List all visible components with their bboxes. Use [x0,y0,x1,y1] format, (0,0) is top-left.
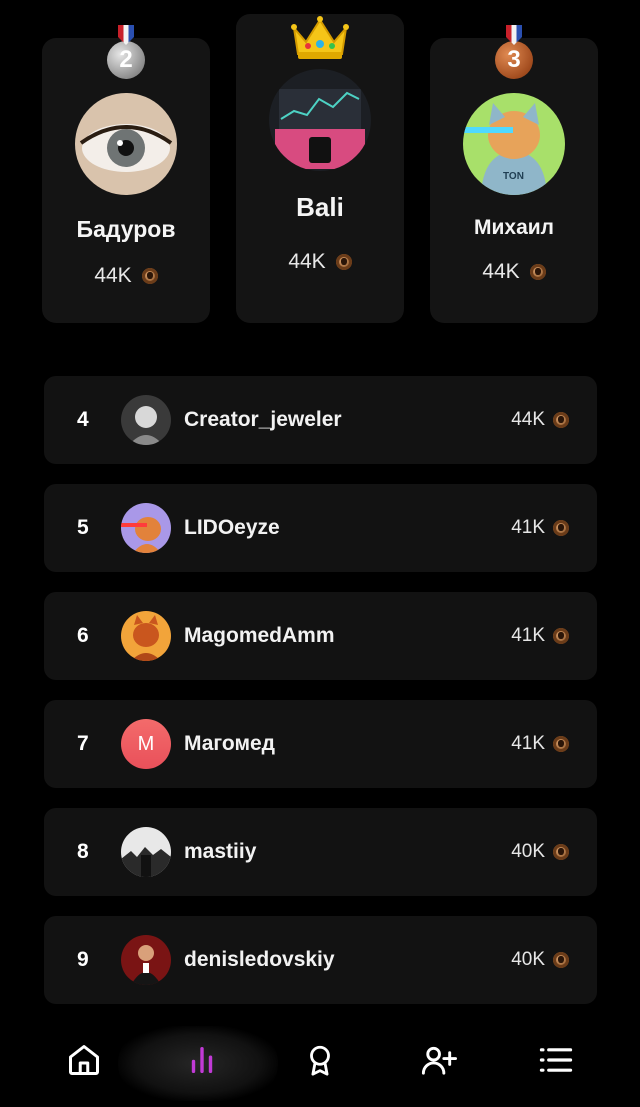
list-item[interactable]: 9 denisledovskiy 40K [44,916,597,1004]
coin-icon [553,952,569,968]
player-score: 40K [511,916,569,1004]
silver-medal-icon: 2 [107,25,145,79]
bronze-medal-icon: 3 [495,25,533,79]
avatar: M [121,719,171,769]
player-score: 41K [511,700,569,788]
coin-icon [553,412,569,428]
rank-number: 8 [77,840,89,863]
list-item[interactable]: 8 mastiiy 40K [44,808,597,896]
player-name: denisledovskiy [184,948,335,971]
rank-number: 5 [77,516,89,539]
podium-card-2[interactable]: 2 Бадуров 44K [42,25,210,323]
rank-number: 7 [77,732,89,755]
crown-icon [290,14,350,65]
coin-icon [553,628,569,644]
list-item[interactable]: 7 M Магомед 41K [44,700,597,788]
award-icon[interactable] [300,1040,340,1080]
coin-icon [553,520,569,536]
list-item[interactable]: 5 LIDOeyze 41K [44,484,597,572]
list-item[interactable]: 4 Creator_jeweler 44K [44,376,597,464]
avatar-letter: M [137,732,155,755]
podium-score: 44K [42,264,210,288]
list-item[interactable]: 6 MagomedAmm 41K [44,592,597,680]
podium-score: 44K [236,250,404,274]
player-score: 40K [511,808,569,896]
menu-list-icon[interactable] [536,1040,576,1080]
bottom-nav [0,1018,640,1107]
leaderboard-icon[interactable] [182,1040,222,1080]
avatar [269,69,371,171]
avatar [121,503,171,553]
avatar [75,93,177,195]
player-name: mastiiy [184,840,257,863]
avatar [121,395,171,445]
player-name: MagomedAmm [184,624,335,647]
podium-score: 44K [430,260,598,284]
avatar [121,611,171,661]
avatar [121,827,171,877]
rank-number: 6 [77,624,89,647]
coin-icon [553,736,569,752]
podium-name: Михаил [473,216,554,239]
podium-name: Бадуров [76,216,176,242]
podium-name: Bali [296,192,344,222]
player-score: 44K [511,376,569,464]
player-score: 41K [511,484,569,572]
avatar: TON [463,93,565,195]
podium-card-3[interactable]: 3 TON Михаил 44K [430,25,598,323]
rank-number: 4 [77,408,89,431]
player-name: LIDOeyze [184,516,280,539]
add-friend-icon[interactable] [418,1040,458,1080]
coin-icon [335,254,352,270]
avatar [121,935,171,985]
player-score: 41K [511,592,569,680]
rank-number: 9 [77,948,89,971]
coin-icon [529,264,546,280]
home-icon[interactable] [64,1040,104,1080]
coin-icon [553,844,569,860]
coin-icon [141,268,158,284]
podium-card-1[interactable]: Bali 44K [236,14,404,323]
player-name: Creator_jeweler [184,408,342,431]
svg-text:TON: TON [503,171,524,182]
player-name: Магомед [184,732,275,755]
